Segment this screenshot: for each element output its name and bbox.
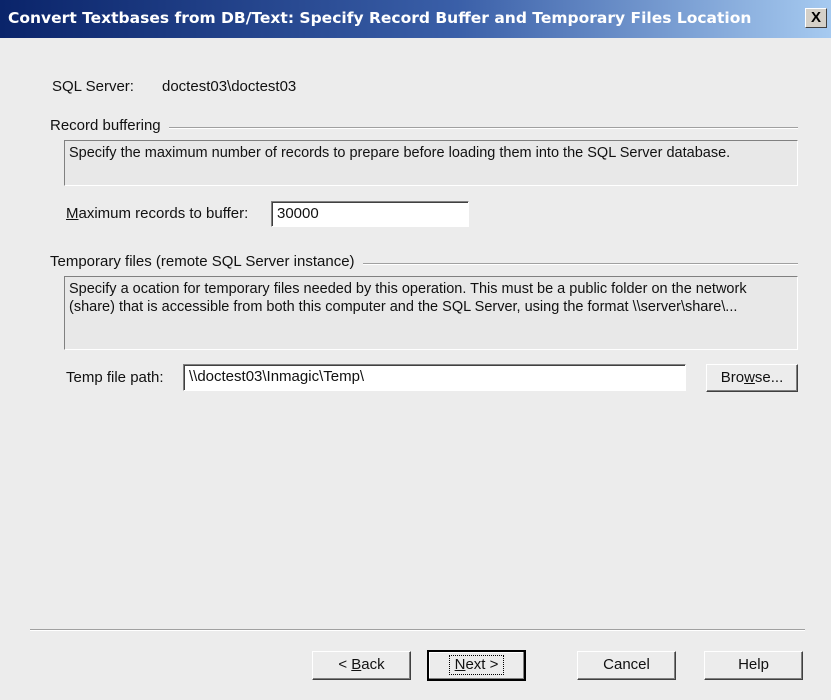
browse-button[interactable]: Browse... (706, 364, 798, 392)
max-records-input[interactable]: 30000 (271, 201, 469, 227)
browse-label-post: se... (754, 369, 784, 386)
record-buffering-title: Record buffering (50, 117, 169, 134)
window-title: Convert Textbases from DB/Text: Specify … (8, 9, 752, 27)
close-icon: X (810, 9, 821, 26)
cancel-button[interactable]: Cancel (577, 651, 676, 680)
browse-mnemonic: w (744, 369, 755, 386)
max-records-label-text: aximum records to buffer: (78, 205, 249, 222)
back-prefix: < (338, 656, 352, 673)
next-label-rest: ext > (465, 656, 499, 673)
max-records-label: Maximum records to buffer: (66, 205, 248, 222)
next-mnemonic: N (454, 656, 466, 673)
sql-server-label: SQL Server: (52, 78, 134, 95)
back-label-rest: ack (361, 656, 385, 673)
browse-label-pre: Bro (720, 369, 745, 386)
next-button[interactable]: Next > (427, 650, 526, 681)
back-mnemonic: B (351, 656, 362, 673)
temp-path-label: Temp file path: (66, 369, 164, 386)
temp-path-input[interactable]: \\doctest03\Inmagic\Temp\ (183, 364, 686, 391)
record-buffering-description: Specify the maximum number of records to… (64, 140, 798, 186)
next-focus-rect: Next > (448, 655, 505, 675)
sql-server-value: doctest03\doctest03 (162, 78, 297, 95)
back-button[interactable]: < Back (312, 651, 411, 680)
temp-files-title: Temporary files (remote SQL Server insta… (50, 253, 363, 270)
temp-files-description: Specify a ocation for temporary files ne… (64, 276, 798, 350)
button-separator (30, 629, 805, 631)
close-button[interactable]: X (805, 8, 827, 28)
help-button[interactable]: Help (704, 651, 803, 680)
title-bar: Convert Textbases from DB/Text: Specify … (0, 0, 831, 38)
max-records-mnemonic: M (66, 205, 79, 222)
